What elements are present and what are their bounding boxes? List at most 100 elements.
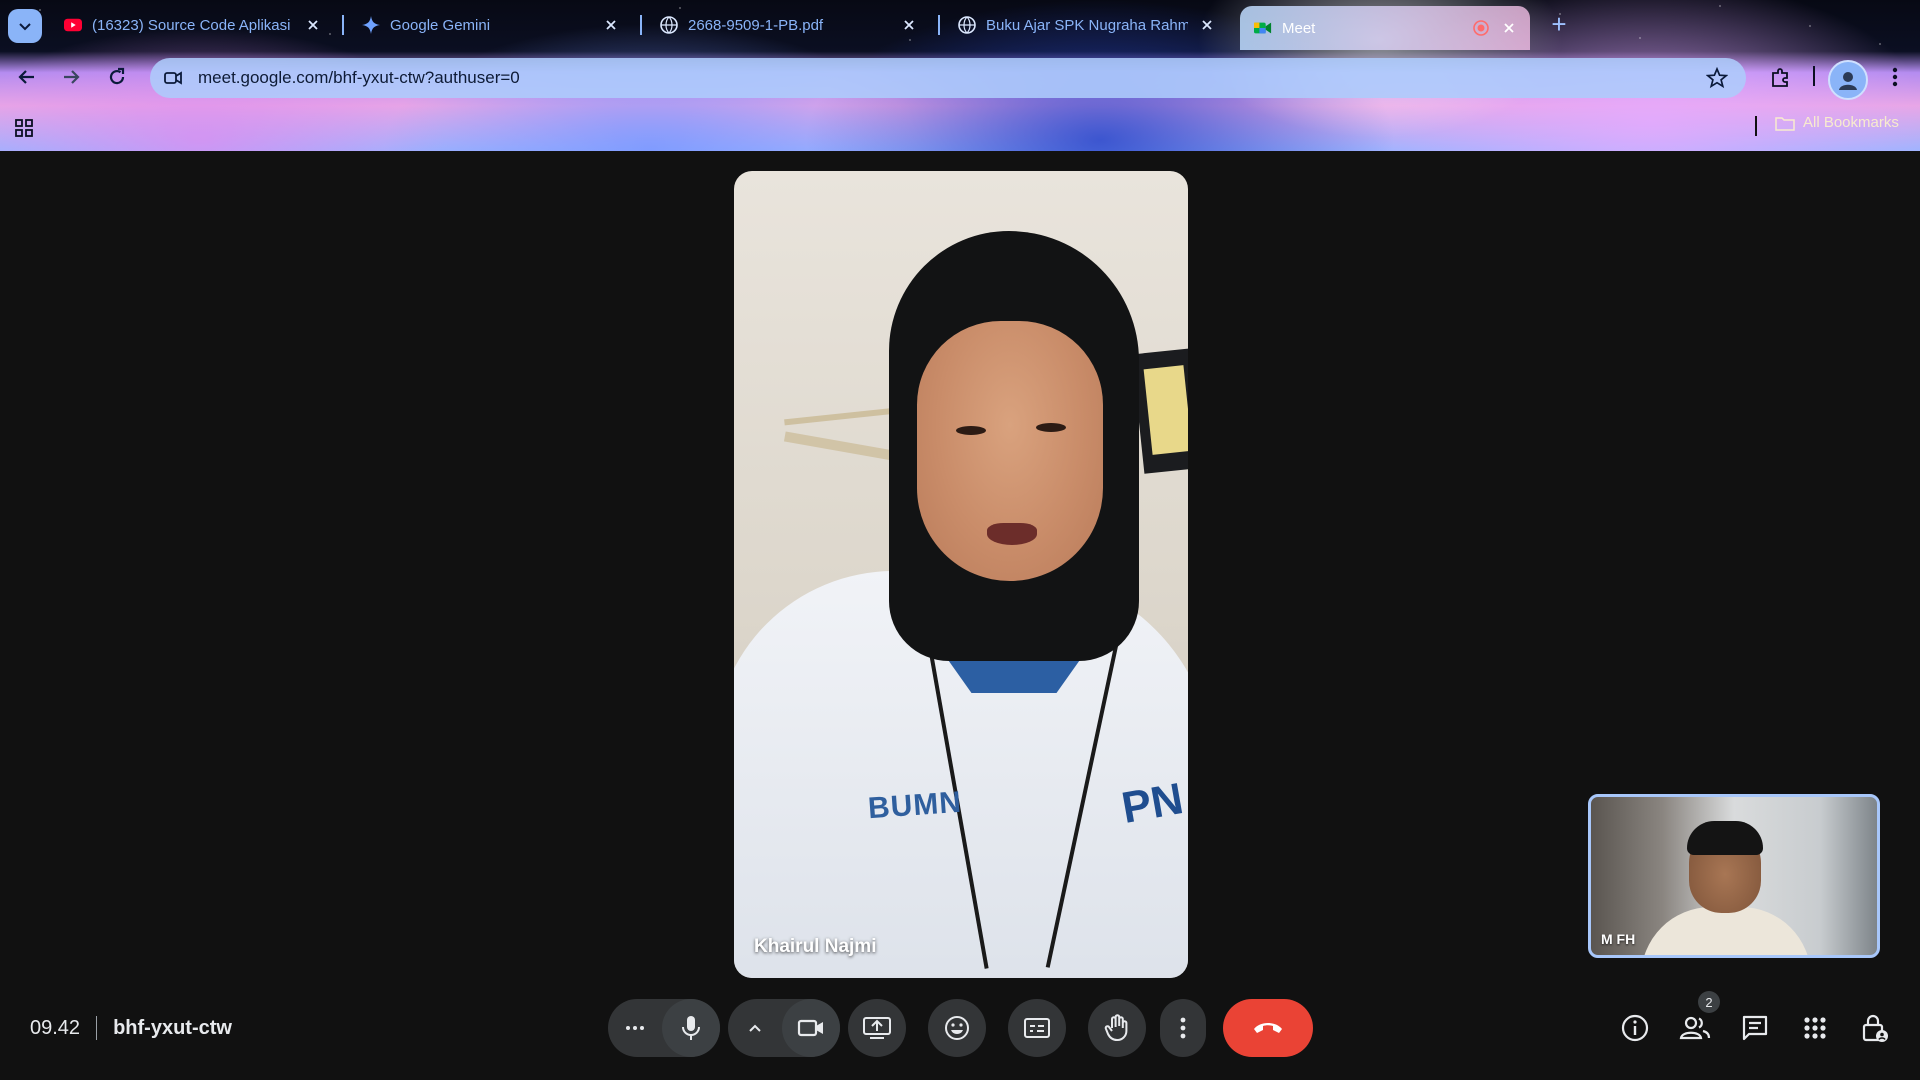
browser-toolbar: meet.google.com/bhf-yxut-ctw?authuser=0 (0, 50, 1920, 104)
more-options-button[interactable] (1160, 999, 1206, 1057)
tab-title: Google Gemini (390, 16, 491, 34)
main-participant-tile[interactable]: BUMN PN Khairul Najmi (734, 171, 1188, 978)
audio-control-group (608, 999, 720, 1057)
reload-icon (109, 67, 125, 85)
activities-button[interactable] (1798, 1011, 1832, 1045)
chat-button[interactable] (1738, 1011, 1772, 1045)
tab-title: Buku Ajar SPK Nugraha Rahmar (986, 16, 1188, 34)
close-icon[interactable] (900, 16, 918, 34)
video-options-button[interactable] (728, 1023, 782, 1033)
close-icon[interactable] (602, 16, 620, 34)
hand-icon (1104, 1014, 1128, 1041)
tab-separator (342, 15, 344, 35)
all-bookmarks-label: All Bookmarks (1803, 114, 1899, 131)
site-info-icon[interactable] (162, 67, 184, 89)
folder-icon (1775, 116, 1795, 131)
tab-title: (16323) Source Code Aplikasi SI (92, 16, 294, 34)
shirt-logo-bumn: BUMN (866, 785, 964, 826)
participant-name: Khairul Najmi (754, 936, 877, 957)
camera-button[interactable] (782, 999, 840, 1057)
participant-eye (1036, 423, 1066, 432)
profile-avatar[interactable] (1828, 60, 1868, 100)
tab-search-button[interactable] (8, 9, 42, 43)
self-view-tile[interactable]: M FH (1588, 794, 1880, 958)
people-button[interactable] (1678, 1011, 1712, 1045)
user-avatar-icon (1839, 72, 1857, 90)
shirt-logo-pnm: PN (1118, 774, 1187, 833)
tab-strip: (16323) Source Code Aplikasi SI Google G… (0, 0, 1920, 50)
globe-icon (958, 16, 976, 34)
people-icon (1679, 1016, 1711, 1040)
host-controls-button[interactable] (1858, 1011, 1892, 1045)
meet-stage: BUMN PN Khairul Najmi M FH 09.42 bhf-yxu… (0, 151, 1920, 1080)
tab-gemini[interactable]: Google Gemini (348, 8, 632, 42)
reload-button[interactable] (104, 64, 130, 90)
captions-button[interactable] (1008, 999, 1066, 1057)
participant-eye (956, 426, 986, 435)
tab-buku-ajar[interactable]: Buku Ajar SPK Nugraha Rahmar (944, 8, 1228, 42)
present-screen-icon (863, 1017, 891, 1039)
recording-icon (1472, 19, 1490, 37)
close-icon[interactable] (1500, 19, 1518, 37)
meeting-info: 09.42 bhf-yxut-ctw (30, 1016, 232, 1040)
self-participant-name: M FH (1601, 931, 1636, 947)
more-vertical-icon (1180, 1017, 1186, 1039)
wall-poster (1143, 365, 1188, 455)
back-button[interactable] (14, 64, 40, 90)
microphone-button[interactable] (662, 999, 720, 1057)
info-icon (1621, 1014, 1649, 1042)
all-bookmarks-button[interactable]: All Bookmarks (1775, 114, 1899, 131)
chevron-down-icon (19, 23, 31, 31)
address-bar[interactable]: meet.google.com/bhf-yxut-ctw?authuser=0 (150, 58, 1746, 98)
bookmarks-bar: All Bookmarks (0, 104, 1920, 151)
arrow-right-icon (64, 70, 80, 84)
meet-icon (1254, 19, 1272, 37)
tab-separator (640, 15, 642, 35)
tab-youtube[interactable]: (16323) Source Code Aplikasi SI (50, 8, 334, 42)
audio-options-button[interactable] (608, 1025, 662, 1031)
microphone-icon (682, 1016, 700, 1040)
tab-title: Meet (1282, 19, 1316, 37)
toolbar-divider (1813, 66, 1815, 86)
close-icon[interactable] (304, 16, 322, 34)
self-person-hair (1687, 821, 1763, 855)
phone-hangup-icon (1254, 1023, 1282, 1033)
extensions-button[interactable] (1766, 62, 1796, 92)
video-control-group (728, 999, 840, 1057)
youtube-icon (64, 16, 82, 34)
participant-mouth (987, 523, 1037, 545)
raise-hand-button[interactable] (1088, 999, 1146, 1057)
puzzle-icon (1772, 68, 1788, 87)
leave-call-button[interactable] (1223, 999, 1313, 1057)
url-text[interactable]: meet.google.com/bhf-yxut-ctw?authuser=0 (198, 68, 520, 88)
apps-grid-icon[interactable] (14, 118, 34, 138)
gemini-icon (362, 16, 380, 34)
apps-grid-icon (1804, 1017, 1826, 1039)
tab-title: 2668-9509-1-PB.pdf (688, 16, 824, 34)
tab-separator (938, 15, 940, 35)
globe-icon (660, 16, 678, 34)
camera-icon (797, 1019, 823, 1037)
arrow-left-icon (18, 70, 34, 84)
closed-captions-icon (1024, 1018, 1050, 1038)
close-icon[interactable] (1198, 16, 1216, 34)
browser-menu-button[interactable] (1880, 62, 1910, 92)
tab-meet[interactable]: Meet (1240, 6, 1530, 50)
chevron-up-icon (749, 1024, 761, 1032)
meeting-time: 09.42 (30, 1016, 81, 1039)
bookmark-star-icon[interactable] (1706, 67, 1728, 89)
wall-decoration (783, 431, 895, 461)
bookmarks-divider (1755, 116, 1757, 136)
browser-chrome: (16323) Source Code Aplikasi SI Google G… (0, 0, 1920, 151)
self-person-body (1641, 907, 1811, 955)
meeting-details-button[interactable] (1618, 1011, 1652, 1045)
reactions-button[interactable] (928, 999, 986, 1057)
forward-button[interactable] (58, 64, 84, 90)
lock-person-icon (1862, 1014, 1888, 1042)
meeting-code[interactable]: bhf-yxut-ctw (113, 1017, 232, 1040)
more-vertical-icon (1892, 67, 1898, 87)
present-screen-button[interactable] (848, 999, 906, 1057)
tab-pdf[interactable]: 2668-9509-1-PB.pdf (646, 8, 930, 42)
emoji-icon (945, 1016, 969, 1040)
new-tab-button[interactable]: + (1546, 11, 1572, 38)
